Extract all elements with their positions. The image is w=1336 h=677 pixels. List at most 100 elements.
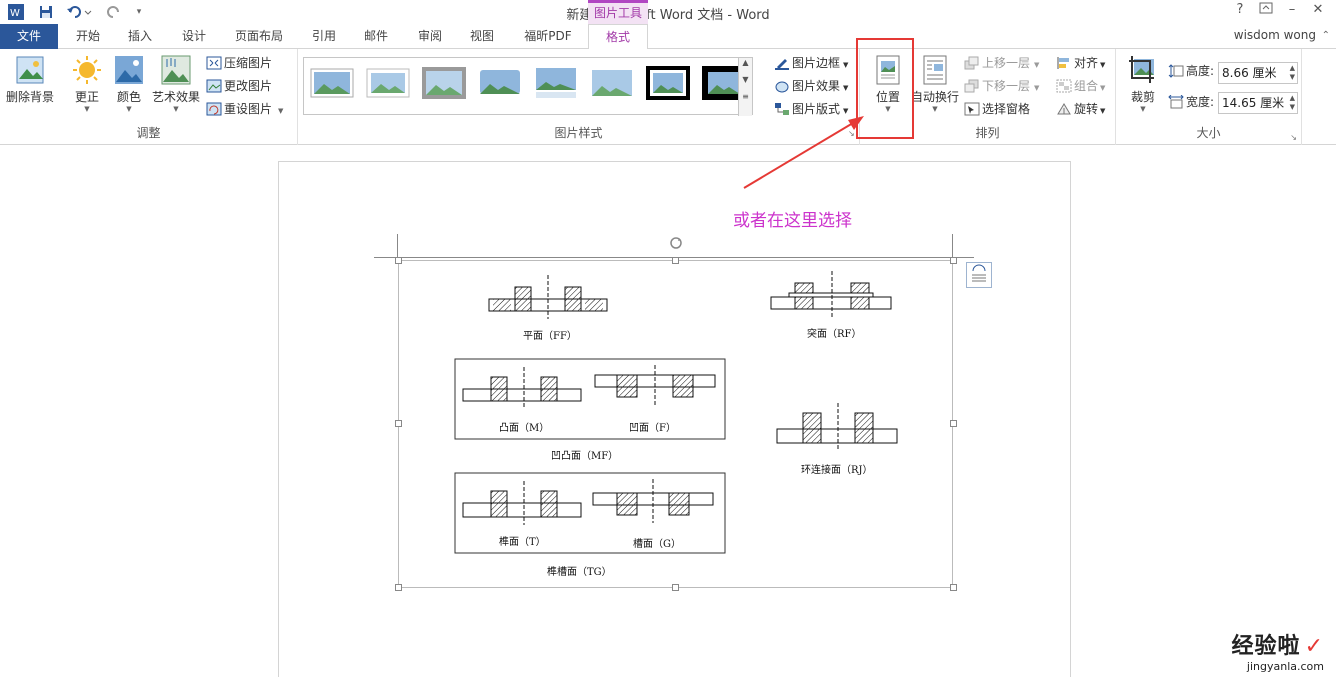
flange-ff-figure bbox=[488, 275, 608, 319]
flange-rf-figure bbox=[770, 271, 892, 317]
picture-style-6[interactable] bbox=[590, 66, 634, 100]
group-adjust-label: 调整 bbox=[136, 126, 161, 140]
align-label: 对齐 bbox=[1074, 56, 1099, 70]
resize-handle[interactable] bbox=[950, 420, 957, 427]
caption-f: 凹面（F） bbox=[629, 423, 676, 434]
selected-picture[interactable]: 平面（FF） 突面（RF） 凸面（M） 凹面（F） 凹凸面（MF） 环连接面（R… bbox=[398, 260, 953, 588]
group-size-label: 大小 bbox=[1196, 126, 1221, 140]
title-bar: W ▾ 新建 Microsoft Word 文档 - Word 图片工具 ? –… bbox=[0, 0, 1336, 24]
tab-mailings[interactable]: 邮件 bbox=[354, 24, 398, 49]
picture-effects-button[interactable]: 图片效果 ▼ bbox=[774, 76, 848, 96]
change-picture-button[interactable]: 更改图片 bbox=[206, 76, 272, 96]
caption-rf: 突面（RF） bbox=[807, 329, 862, 340]
height-label: 高度: bbox=[1168, 61, 1214, 81]
picture-style-4[interactable] bbox=[478, 66, 522, 100]
picture-style-3[interactable] bbox=[422, 66, 466, 100]
tab-design[interactable]: 设计 bbox=[172, 24, 216, 49]
picture-effects-icon bbox=[774, 79, 790, 93]
reset-picture-button[interactable]: 重设图片 ▼ bbox=[206, 99, 283, 119]
caption-m: 凸面（M） bbox=[499, 423, 550, 434]
compress-pictures-button[interactable]: 压缩图片 bbox=[206, 53, 272, 73]
caption-tg: 榫槽面（TG） bbox=[547, 567, 612, 578]
help-button[interactable]: ? bbox=[1228, 2, 1252, 22]
minimize-button[interactable]: – bbox=[1280, 2, 1304, 22]
resize-handle[interactable] bbox=[395, 584, 402, 591]
bring-forward-button[interactable]: 上移一层 ▼ bbox=[964, 53, 1039, 73]
collapse-ribbon-icon[interactable]: ⌃ bbox=[1322, 30, 1330, 41]
selection-pane-label: 选择窗格 bbox=[982, 102, 1031, 116]
height-spin-icon[interactable]: ▲ ▼ bbox=[1290, 64, 1295, 82]
width-input[interactable]: 14.65 厘米 ▲ ▼ bbox=[1218, 92, 1298, 114]
tab-references[interactable]: 引用 bbox=[302, 24, 346, 49]
picture-style-5[interactable] bbox=[534, 66, 578, 100]
crop-icon bbox=[1128, 55, 1158, 85]
rotate-icon bbox=[1056, 102, 1072, 116]
picture-style-7[interactable] bbox=[646, 66, 690, 100]
selection-pane-button[interactable]: 选择窗格 bbox=[964, 99, 1030, 119]
color-button[interactable]: 颜色 ▼ bbox=[104, 55, 154, 113]
page-guide-line bbox=[397, 234, 398, 258]
send-backward-label: 下移一层 bbox=[982, 79, 1031, 93]
watermark-brand: 经验啦 ✓ bbox=[1231, 634, 1324, 659]
tab-home[interactable]: 开始 bbox=[66, 24, 110, 49]
align-icon bbox=[1056, 56, 1072, 70]
ribbon-tabs: 文件 开始 插入 设计 页面布局 引用 邮件 审阅 视图 福昕PDF 格式 wi… bbox=[0, 24, 1336, 50]
resize-handle[interactable] bbox=[395, 257, 402, 264]
send-backward-button[interactable]: 下移一层 ▼ bbox=[964, 76, 1039, 96]
reset-picture-icon bbox=[206, 102, 222, 116]
picture-effects-label: 图片效果 bbox=[792, 79, 841, 93]
compress-icon bbox=[206, 56, 222, 70]
width-spin-icon[interactable]: ▲ ▼ bbox=[1290, 94, 1295, 112]
tab-foxit-pdf[interactable]: 福昕PDF bbox=[516, 24, 580, 49]
width-label: 宽度: bbox=[1168, 92, 1214, 112]
picture-border-icon bbox=[774, 56, 790, 70]
caption-rj: 环连接面（RJ） bbox=[801, 465, 873, 476]
color-picture-icon bbox=[114, 55, 144, 85]
picture-style-2[interactable] bbox=[366, 66, 410, 100]
tab-insert[interactable]: 插入 bbox=[118, 24, 162, 49]
reset-picture-label: 重设图片 bbox=[224, 102, 273, 116]
flange-f-figure bbox=[594, 365, 716, 405]
align-button[interactable]: 对齐 ▼ bbox=[1056, 53, 1105, 73]
group-objects-button[interactable]: 组合 ▼ bbox=[1056, 76, 1105, 96]
rotate-label: 旋转 bbox=[1074, 102, 1099, 116]
flange-m-figure bbox=[462, 367, 582, 409]
caption-ff: 平面（FF） bbox=[523, 331, 577, 342]
rotate-handle-icon[interactable] bbox=[668, 235, 684, 251]
artistic-effects-button[interactable]: 艺术效果 ▼ bbox=[150, 55, 202, 113]
flange-rj-figure bbox=[776, 403, 898, 451]
size-launcher-icon[interactable]: ↘ bbox=[1290, 133, 1297, 142]
change-picture-label: 更改图片 bbox=[224, 79, 273, 93]
wrap-text-button[interactable]: 自动换行 ▼ bbox=[908, 55, 962, 113]
flange-g-figure bbox=[592, 479, 714, 523]
user-name[interactable]: wisdom wong bbox=[1234, 28, 1316, 42]
wrap-text-icon bbox=[920, 55, 950, 85]
tab-view[interactable]: 视图 bbox=[460, 24, 504, 49]
resize-handle[interactable] bbox=[672, 584, 679, 591]
picture-style-1[interactable] bbox=[310, 66, 354, 100]
tab-file[interactable]: 文件 bbox=[0, 24, 58, 49]
change-picture-icon bbox=[206, 79, 222, 93]
rotate-button[interactable]: 旋转 ▼ bbox=[1056, 99, 1105, 119]
bring-forward-icon bbox=[964, 56, 980, 70]
tab-page-layout[interactable]: 页面布局 bbox=[228, 24, 290, 49]
resize-handle[interactable] bbox=[950, 584, 957, 591]
picture-border-label: 图片边框 bbox=[792, 56, 841, 70]
gallery-scroll[interactable]: ▲ ▼ ≡ bbox=[738, 58, 752, 116]
remove-background-button[interactable]: 删除背景 bbox=[4, 55, 56, 105]
tab-review[interactable]: 审阅 bbox=[408, 24, 452, 49]
layout-options-icon[interactable] bbox=[966, 262, 992, 288]
arrow-icon bbox=[743, 116, 864, 189]
picture-styles-gallery: ▲ ▼ ≡ bbox=[303, 57, 753, 116]
resize-handle[interactable] bbox=[395, 420, 402, 427]
close-button[interactable]: ✕ bbox=[1306, 2, 1330, 22]
group-objects-label: 组合 bbox=[1074, 79, 1099, 93]
resize-handle[interactable] bbox=[950, 257, 957, 264]
resize-handle[interactable] bbox=[672, 257, 679, 264]
watermark: 经验啦 ✓ jingyanla.com bbox=[1232, 628, 1324, 673]
tab-format[interactable]: 格式 bbox=[588, 24, 648, 50]
height-input[interactable]: 8.66 厘米 ▲ ▼ bbox=[1218, 62, 1298, 84]
crop-button[interactable]: 裁剪 ▼ bbox=[1120, 55, 1166, 113]
ribbon-display-icon[interactable] bbox=[1254, 2, 1278, 22]
picture-border-button[interactable]: 图片边框 ▼ bbox=[774, 53, 848, 73]
